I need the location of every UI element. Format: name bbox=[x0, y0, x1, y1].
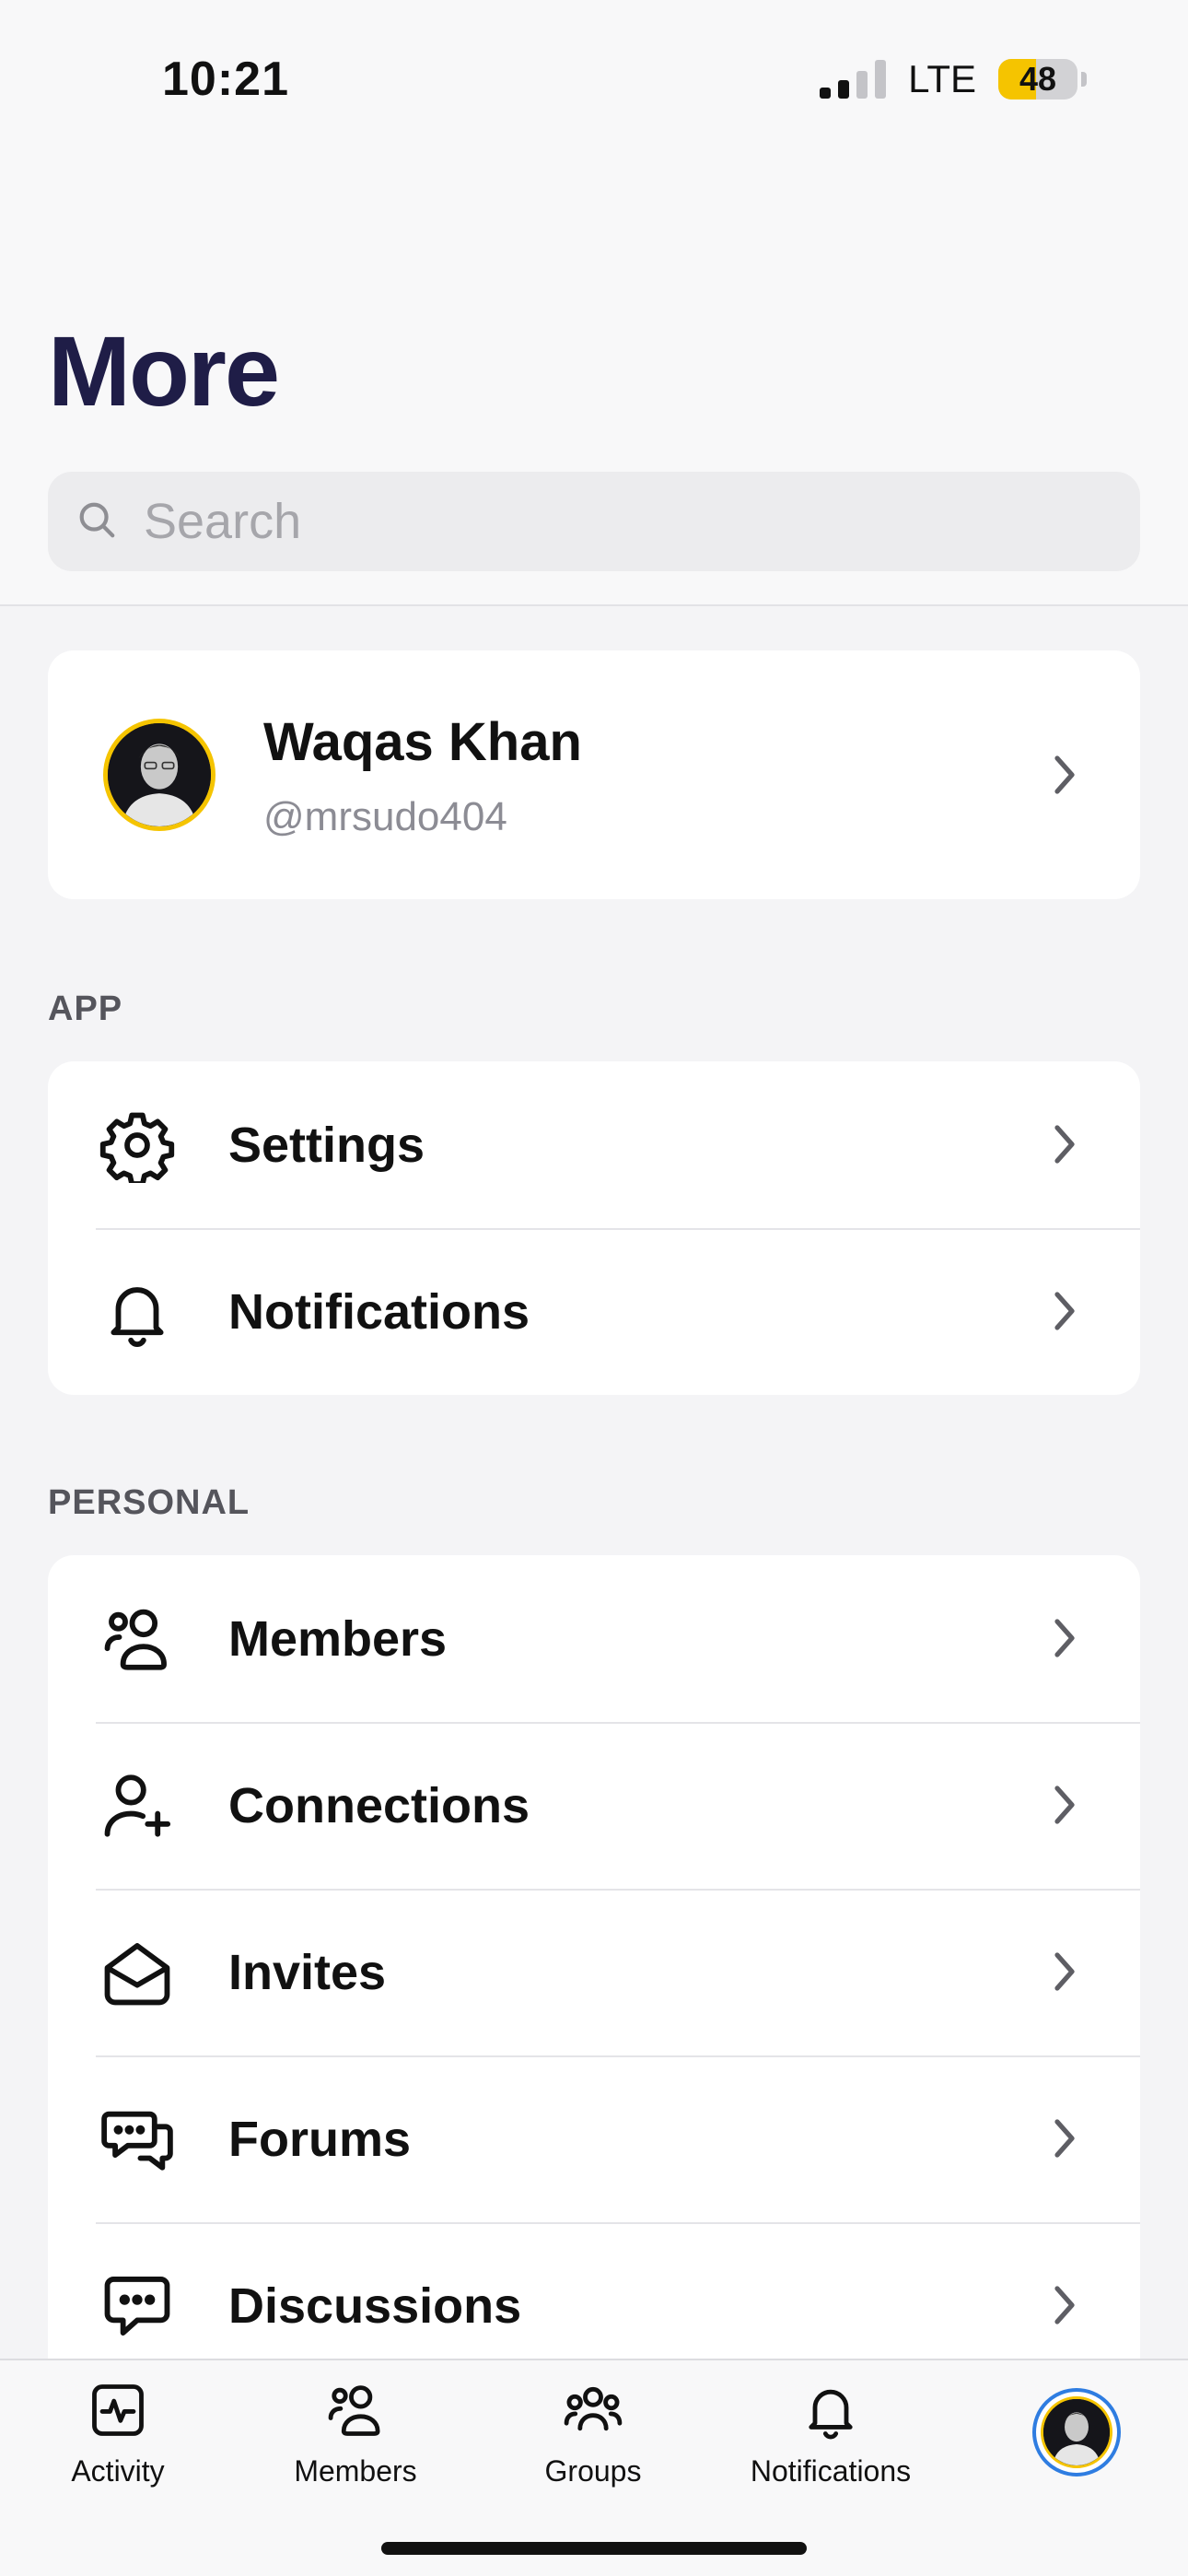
profile-handle: @mrsudo404 bbox=[263, 794, 507, 839]
bell-icon bbox=[799, 2379, 862, 2441]
chevron-right-icon bbox=[1054, 1619, 1075, 1657]
menu-item-label: Notifications bbox=[228, 1283, 530, 1340]
chevron-right-icon bbox=[1054, 1292, 1075, 1330]
battery-icon: 48 bbox=[998, 59, 1077, 100]
tab-label: Activity bbox=[71, 2454, 165, 2488]
menu-item-label: Forums bbox=[228, 2111, 412, 2167]
menu-item-label: Settings bbox=[228, 1117, 425, 1173]
user-plus-icon bbox=[99, 1768, 175, 1844]
battery-level: 48 bbox=[1019, 60, 1057, 98]
tab-members[interactable]: Members bbox=[254, 2379, 457, 2488]
tab-label: Notifications bbox=[750, 2454, 912, 2488]
menu-item-forums[interactable]: Forums bbox=[48, 2055, 1140, 2222]
battery-tip bbox=[1081, 72, 1087, 87]
chevron-right-icon bbox=[1054, 1125, 1075, 1164]
group-icon bbox=[562, 2379, 624, 2441]
chevron-right-icon bbox=[1054, 2286, 1075, 2324]
section-label-app: APP bbox=[48, 989, 123, 1028]
header: 10:21 LTE 48 More bbox=[0, 0, 1188, 606]
search-input[interactable] bbox=[144, 493, 1065, 550]
network-type: LTE bbox=[908, 57, 976, 100]
profile-card[interactable]: Waqas Khan @mrsudo404 bbox=[48, 650, 1140, 899]
menu-item-label: Discussions bbox=[228, 2277, 522, 2334]
menu-item-members[interactable]: Members bbox=[48, 1555, 1140, 1722]
users-icon bbox=[324, 2379, 387, 2441]
chat-bubble-icon bbox=[99, 2268, 175, 2344]
status-icons: LTE 48 bbox=[820, 57, 1087, 101]
avatar bbox=[103, 719, 215, 831]
users-icon bbox=[99, 1601, 175, 1677]
menu-item-label: Connections bbox=[228, 1777, 530, 1833]
section-label-personal: PERSONAL bbox=[48, 1483, 250, 1522]
bell-icon bbox=[99, 1274, 175, 1350]
activity-icon bbox=[87, 2379, 149, 2441]
page-title: More bbox=[48, 315, 280, 427]
search-bar[interactable] bbox=[48, 472, 1140, 571]
chevron-right-icon bbox=[1054, 755, 1075, 794]
gear-icon bbox=[99, 1107, 175, 1187]
tab-label: Groups bbox=[544, 2454, 642, 2488]
chevron-right-icon bbox=[1054, 2119, 1075, 2158]
app-section: Settings Notifications bbox=[48, 1061, 1140, 1395]
more-screen: 10:21 LTE 48 More Search Waqas Khan @mrs… bbox=[0, 0, 1188, 2576]
status-time: 10:21 bbox=[162, 53, 289, 106]
home-indicator bbox=[381, 2542, 807, 2555]
chevron-right-icon bbox=[1054, 1786, 1075, 1824]
profile-name: Waqas Khan bbox=[263, 712, 582, 772]
personal-section: Members Connections Invites Forums Discu… bbox=[48, 1555, 1140, 2389]
envelope-open-icon bbox=[99, 1935, 175, 2010]
menu-item-label: Invites bbox=[228, 1944, 387, 2000]
chevron-right-icon bbox=[1054, 1952, 1075, 1991]
tab-label: Members bbox=[294, 2454, 417, 2488]
signal-icon bbox=[820, 60, 887, 99]
tab-groups[interactable]: Groups bbox=[492, 2379, 694, 2488]
menu-item-invites[interactable]: Invites bbox=[48, 1889, 1140, 2055]
tab-activity[interactable]: Activity bbox=[17, 2379, 219, 2488]
avatar bbox=[1041, 2396, 1112, 2468]
tab-notifications[interactable]: Notifications bbox=[729, 2379, 932, 2488]
chat-bubbles-icon bbox=[99, 2102, 175, 2177]
tab-profile[interactable] bbox=[1032, 2388, 1121, 2476]
menu-item-notifications[interactable]: Notifications bbox=[48, 1228, 1140, 1395]
search-icon bbox=[76, 498, 118, 545]
menu-item-label: Members bbox=[228, 1610, 448, 1667]
menu-item-settings[interactable]: Settings bbox=[48, 1061, 1140, 1228]
menu-item-connections[interactable]: Connections bbox=[48, 1722, 1140, 1889]
